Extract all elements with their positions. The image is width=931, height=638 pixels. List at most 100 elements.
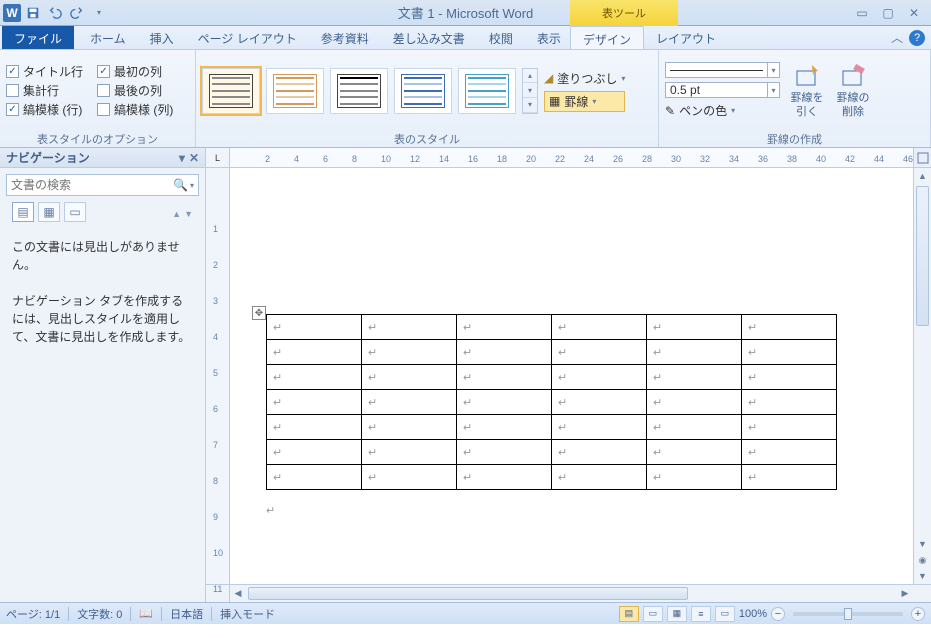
pen-weight-combo[interactable]: 0.5 pt▾	[665, 82, 780, 98]
table-cell[interactable]: ↵	[742, 340, 837, 365]
table-cell[interactable]: ↵	[552, 390, 647, 415]
table-cell[interactable]: ↵	[742, 465, 837, 490]
chk-banded-rows[interactable]: ✓縞模様 (行)	[6, 101, 83, 118]
status-proofing-icon[interactable]: 📖	[139, 607, 153, 620]
table-cell[interactable]: ↵	[267, 365, 362, 390]
chk-last-col[interactable]: 最後の列	[97, 82, 173, 99]
view-print-layout[interactable]: ▤	[619, 606, 639, 622]
shading-button[interactable]: ◢塗りつぶし▾	[544, 70, 625, 87]
nav-search[interactable]: 🔍▾	[6, 174, 199, 196]
table-cell[interactable]: ↵	[742, 390, 837, 415]
table-cell[interactable]: ↵	[457, 465, 552, 490]
table-cell[interactable]: ↵	[457, 340, 552, 365]
tab-home[interactable]: ホーム	[78, 26, 138, 49]
nav-tab-results[interactable]: ▭	[64, 202, 86, 222]
zoom-out-button[interactable]: −	[771, 607, 785, 621]
table-cell[interactable]: ↵	[647, 465, 742, 490]
search-input[interactable]	[11, 178, 173, 192]
pen-color-button[interactable]: ✎ペンの色▾	[665, 102, 780, 119]
table-move-handle[interactable]: ✥	[252, 306, 266, 320]
nav-tab-pages[interactable]: ▦	[38, 202, 60, 222]
ruler-corner[interactable]: L	[206, 148, 230, 167]
status-words[interactable]: 文字数: 0	[77, 606, 122, 622]
table-cell[interactable]: ↵	[362, 315, 457, 340]
table-cell[interactable]: ↵	[552, 340, 647, 365]
qat-customize-icon[interactable]: ▾	[89, 3, 109, 23]
eraser-button[interactable]: 罫線の削除	[834, 62, 872, 118]
ruler-vertical[interactable]: 1234567891011	[206, 168, 230, 584]
table-cell[interactable]: ↵	[267, 390, 362, 415]
minimize-button[interactable]: ▭	[853, 6, 871, 20]
table-cell[interactable]: ↵	[552, 465, 647, 490]
search-menu-icon[interactable]: ▾	[188, 181, 194, 190]
table-cell[interactable]: ↵	[362, 465, 457, 490]
close-button[interactable]: ✕	[905, 6, 923, 20]
tab-mailings[interactable]: 差し込み文書	[381, 26, 477, 49]
table-cell[interactable]: ↵	[647, 415, 742, 440]
table-cell[interactable]: ↵	[647, 365, 742, 390]
word-icon[interactable]: W	[3, 4, 21, 22]
tab-design[interactable]: デザイン	[570, 26, 644, 49]
table-cell[interactable]: ↵	[267, 315, 362, 340]
table-cell[interactable]: ↵	[552, 415, 647, 440]
table-cell[interactable]: ↵	[647, 315, 742, 340]
table-style-4[interactable]	[394, 68, 452, 114]
table-cell[interactable]: ↵	[267, 440, 362, 465]
draw-table-button[interactable]: 罫線を引く	[788, 62, 826, 118]
tab-file[interactable]: ファイル	[2, 26, 74, 49]
scroll-right-icon[interactable]: ▶	[897, 585, 913, 602]
table-cell[interactable]: ↵	[362, 365, 457, 390]
next-page-icon[interactable]: ▼	[914, 568, 931, 584]
scroll-down-icon[interactable]: ▼	[914, 536, 931, 552]
table-cell[interactable]: ↵	[742, 315, 837, 340]
table-cell[interactable]: ↵	[457, 440, 552, 465]
tab-layout[interactable]: レイアウト	[644, 26, 728, 49]
table-cell[interactable]: ↵	[552, 440, 647, 465]
table-style-2[interactable]	[266, 68, 324, 114]
view-ruler-toggle[interactable]	[913, 148, 931, 167]
zoom-slider[interactable]	[793, 612, 903, 616]
table-cell[interactable]: ↵	[267, 340, 362, 365]
view-web-layout[interactable]: ▦	[667, 606, 687, 622]
zoom-in-button[interactable]: +	[911, 607, 925, 621]
tab-insert[interactable]: 挿入	[138, 26, 186, 49]
ruler-horizontal[interactable]: 2468101214161820222426283032343638404244…	[230, 148, 913, 167]
table-cell[interactable]: ↵	[362, 440, 457, 465]
chk-banded-cols[interactable]: 縞模様 (列)	[97, 101, 173, 118]
search-icon[interactable]: 🔍	[173, 178, 188, 192]
view-outline[interactable]: ≡	[691, 606, 711, 622]
table-style-3[interactable]	[330, 68, 388, 114]
table-cell[interactable]: ↵	[362, 415, 457, 440]
table-cell[interactable]: ↵	[267, 465, 362, 490]
table-cell[interactable]: ↵	[457, 390, 552, 415]
vertical-scrollbar[interactable]: ▲ ▼ ◉ ▼	[913, 168, 931, 584]
scroll-thumb-v[interactable]	[916, 186, 929, 326]
table-styles-gallery[interactable]: ▴▾▾	[202, 68, 538, 114]
status-insert-mode[interactable]: 挿入モード	[220, 606, 275, 622]
nav-dropdown-icon[interactable]: ▾	[179, 151, 185, 165]
table-cell[interactable]: ↵	[362, 340, 457, 365]
table-cell[interactable]: ↵	[457, 315, 552, 340]
gallery-scroll[interactable]: ▴▾▾	[522, 68, 538, 114]
page-surface[interactable]: ✥ ↵↵↵↵↵↵↵↵↵↵↵↵↵↵↵↵↵↵↵↵↵↵↵↵↵↵↵↵↵↵↵↵↵↵↵↵↵↵…	[230, 168, 913, 584]
undo-button[interactable]	[45, 3, 65, 23]
view-full-reading[interactable]: ▭	[643, 606, 663, 622]
table-cell[interactable]: ↵	[647, 390, 742, 415]
status-language[interactable]: 日本語	[170, 606, 203, 622]
nav-close-icon[interactable]: ✕	[189, 151, 199, 165]
tab-review[interactable]: 校閲	[477, 26, 525, 49]
zoom-level[interactable]: 100%	[739, 608, 767, 620]
table-cell[interactable]: ↵	[742, 365, 837, 390]
table-cell[interactable]: ↵	[552, 365, 647, 390]
tab-pagelayout[interactable]: ページ レイアウト	[186, 26, 309, 49]
table-cell[interactable]: ↵	[267, 415, 362, 440]
save-button[interactable]	[23, 3, 43, 23]
table-cell[interactable]: ↵	[457, 365, 552, 390]
pen-style-combo[interactable]: ▾	[665, 62, 780, 78]
table-cell[interactable]: ↵	[457, 415, 552, 440]
tab-view[interactable]: 表示	[525, 26, 573, 49]
nav-tab-headings[interactable]: ▤	[12, 202, 34, 222]
document-table[interactable]: ↵↵↵↵↵↵↵↵↵↵↵↵↵↵↵↵↵↵↵↵↵↵↵↵↵↵↵↵↵↵↵↵↵↵↵↵↵↵↵↵…	[266, 314, 837, 490]
browse-object-icon[interactable]: ◉	[914, 552, 931, 568]
chk-total-row[interactable]: 集計行	[6, 82, 83, 99]
